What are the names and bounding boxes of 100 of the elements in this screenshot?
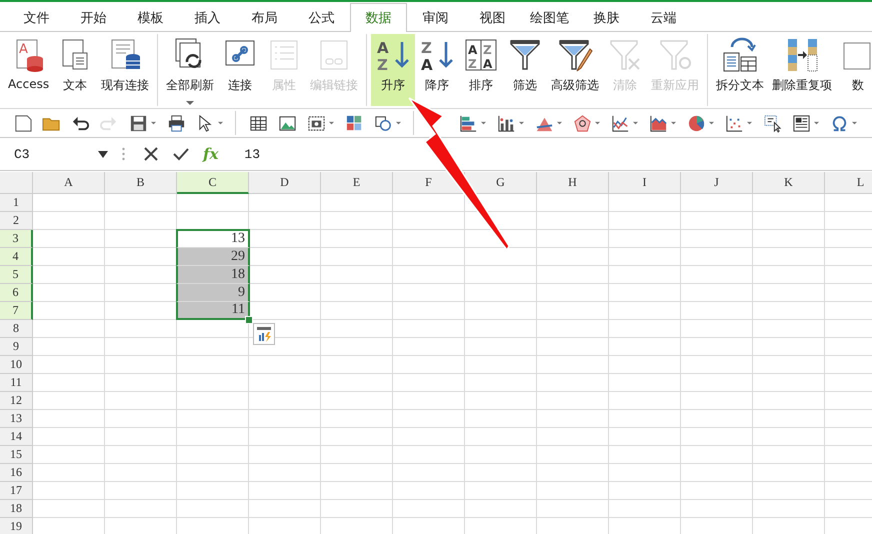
caret-icon xyxy=(186,101,194,105)
quick-analysis-button[interactable] xyxy=(253,323,275,345)
name-box[interactable]: C3 xyxy=(0,146,98,162)
row-header[interactable]: 3 xyxy=(0,230,33,248)
caret-icon xyxy=(556,120,563,126)
caret-icon xyxy=(813,120,820,126)
table-cell: 13 xyxy=(176,229,250,248)
ribbon-button[interactable]: Z A 降序 xyxy=(415,34,460,106)
column-header[interactable]: J xyxy=(681,172,753,194)
row-header[interactable]: 19 xyxy=(0,518,33,534)
caret-icon xyxy=(851,120,858,126)
caret-icon xyxy=(150,120,157,126)
filter-pencil-icon xyxy=(557,37,594,73)
image-icon xyxy=(278,114,297,132)
column-header[interactable]: L xyxy=(825,172,872,194)
text-box-icon xyxy=(792,114,811,132)
caret-icon xyxy=(480,120,487,126)
shapes-icon xyxy=(374,114,393,132)
row-header[interactable]: 11 xyxy=(0,374,33,392)
ribbon-tab[interactable]: 换肤 xyxy=(578,3,635,31)
ribbon-button[interactable]: A Z 升序 xyxy=(371,34,416,106)
ribbon-tab[interactable]: 审阅 xyxy=(407,3,464,31)
table-cell: 11 xyxy=(176,302,250,320)
caret-icon xyxy=(395,120,402,126)
caret-icon xyxy=(594,120,601,126)
fill-handle[interactable] xyxy=(245,316,253,324)
ribbon-button[interactable]: 文本 xyxy=(53,34,98,106)
column-header[interactable]: K xyxy=(753,172,825,194)
ribbon-tab[interactable]: 数据 xyxy=(350,3,407,32)
row-header[interactable]: 14 xyxy=(0,428,33,446)
omega-icon xyxy=(830,114,849,132)
column-chart-icon xyxy=(497,114,516,132)
row-header[interactable]: 9 xyxy=(0,338,33,356)
cancel-icon[interactable] xyxy=(143,146,159,162)
table-cell: 18 xyxy=(176,266,250,284)
row-header[interactable]: 8 xyxy=(0,320,33,338)
column-header[interactable]: H xyxy=(537,172,609,194)
ribbon-tab[interactable]: 绘图笔 xyxy=(521,3,578,31)
row-header[interactable]: 12 xyxy=(0,392,33,410)
row-header[interactable]: 5 xyxy=(0,266,33,284)
row-header[interactable]: 4 xyxy=(0,248,33,266)
caret-icon xyxy=(328,120,335,126)
row-header[interactable]: 18 xyxy=(0,500,33,518)
scatter-chart-icon xyxy=(725,114,744,132)
column-header[interactable]: C xyxy=(177,172,249,194)
caret-icon xyxy=(670,120,677,126)
row-header[interactable]: 2 xyxy=(0,212,33,230)
ribbon-button[interactable]: 现有连接 xyxy=(97,34,154,106)
ribbon-button[interactable]: 连接 xyxy=(218,34,262,106)
ribbon-button[interactable]: 全部刷新 xyxy=(162,34,218,106)
ribbon-button[interactable]: 删除重复项 xyxy=(768,34,836,106)
check-icon[interactable] xyxy=(173,146,189,162)
caret-icon xyxy=(518,120,525,126)
split-text-icon xyxy=(722,37,758,73)
caret-icon xyxy=(708,120,715,126)
column-header[interactable]: G xyxy=(465,172,537,194)
table-cell: 29 xyxy=(176,248,250,266)
ribbon-button[interactable]: A Z Z A 排序 xyxy=(459,34,504,106)
formula-input[interactable]: 13 xyxy=(244,146,260,162)
column-header[interactable]: E xyxy=(321,172,393,194)
row-header[interactable]: 16 xyxy=(0,464,33,482)
ribbon-tab[interactable]: 云端 xyxy=(635,3,692,31)
blank-page-icon xyxy=(13,114,32,132)
caret-icon xyxy=(98,150,108,158)
camera-icon xyxy=(307,114,326,132)
line-chart-icon xyxy=(611,114,630,132)
column-header[interactable]: A xyxy=(33,172,105,194)
selection-icon xyxy=(763,114,782,132)
pie-chart-icon xyxy=(687,114,706,132)
sort-icon: A Z Z A xyxy=(463,37,500,73)
printer-icon xyxy=(167,114,186,132)
row-header[interactable]: 17 xyxy=(0,482,33,500)
row-header[interactable]: 6 xyxy=(0,284,33,302)
row-header[interactable]: 7 xyxy=(0,302,33,320)
ribbon-tab[interactable]: 插入 xyxy=(179,3,236,31)
grip-icon xyxy=(122,147,125,161)
ribbon-button[interactable]: 筛选 xyxy=(503,34,548,106)
ribbon-tab[interactable]: 布局 xyxy=(236,3,293,31)
column-header[interactable]: I xyxy=(609,172,681,194)
row-header[interactable]: 15 xyxy=(0,446,33,464)
row-header[interactable]: 1 xyxy=(0,194,33,212)
ribbon-button[interactable]: A Access xyxy=(4,34,54,106)
ribbon-tab[interactable]: 公式 xyxy=(293,3,350,31)
ribbon-button[interactable]: 数 xyxy=(836,34,872,106)
caret-icon xyxy=(632,120,639,126)
bar-chart-icon xyxy=(459,114,478,132)
ribbon-tab[interactable]: 模板 xyxy=(122,3,179,31)
radar-chart-icon xyxy=(573,114,592,132)
ribbon-button[interactable]: 拆分文本 xyxy=(712,34,768,106)
row-header[interactable]: 10 xyxy=(0,356,33,374)
ribbon-button[interactable]: 高级筛选 xyxy=(547,34,604,106)
caret-icon xyxy=(217,120,224,126)
area-chart-icon xyxy=(649,114,668,132)
ribbon-tab[interactable]: 视图 xyxy=(464,3,521,31)
ribbon-tab[interactable]: 开始 xyxy=(65,3,122,31)
ribbon-tab[interactable]: 文件 xyxy=(8,3,65,31)
column-header[interactable]: B xyxy=(105,172,177,194)
row-header[interactable]: 13 xyxy=(0,410,33,428)
chart-lightning-icon xyxy=(256,326,272,342)
column-header[interactable]: D xyxy=(249,172,321,194)
